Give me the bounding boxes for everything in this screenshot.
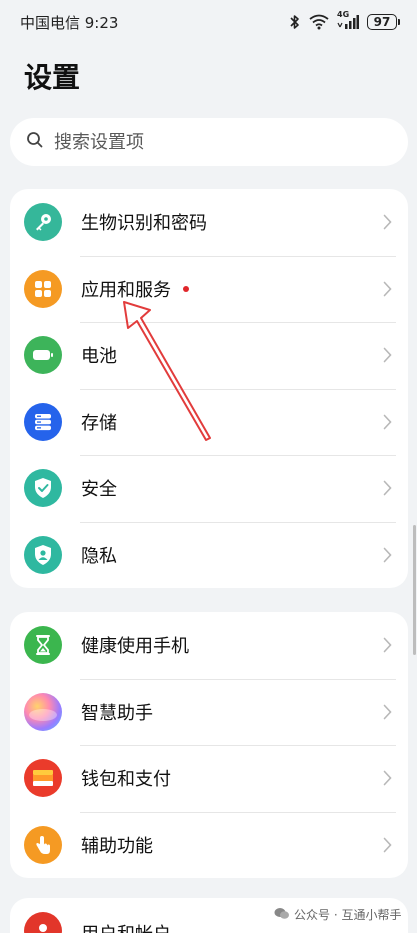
settings-item-biometrics[interactable]: 生物识别和密码 [10,189,408,256]
chevron-right-icon [383,770,392,786]
settings-item-apps-services[interactable]: 应用和服务 [10,255,408,323]
chevron-right-icon [383,281,392,297]
settings-item-accessibility[interactable]: 辅助功能 [10,811,408,879]
settings-item-label: 隐私 [81,545,117,567]
chevron-right-icon [383,214,392,230]
hourglass-icon [24,626,62,665]
status-icons: 4G 97 [289,10,400,30]
settings-item-label: 智慧助手 [81,702,153,724]
settings-item-battery[interactable]: 电池 [10,322,408,389]
wifi-icon [309,14,329,30]
chevron-right-icon [383,347,392,363]
chevron-right-icon [383,704,392,720]
battery-level: 97 [373,15,391,29]
search-input[interactable] [54,131,374,153]
search-bar[interactable] [10,118,408,166]
settings-item-label: 用户和帐户 [81,920,171,933]
settings-item-label: 安全 [81,479,117,501]
chevron-right-icon [383,547,392,563]
settings-item-label: 辅助功能 [81,835,153,857]
status-bar: 中国电信 9:23 4G 97 [0,0,417,44]
search-icon [26,131,44,153]
chevron-right-icon [383,480,392,496]
settings-item-label: 电池 [81,346,117,368]
settings-item-label: 存储 [81,412,117,434]
settings-item-security[interactable]: 安全 [10,455,408,522]
apps-grid-icon [24,269,62,308]
cellular-signal-icon: 4G [337,10,359,30]
user-icon [24,912,62,933]
storage-icon [24,402,62,441]
settings-item-storage[interactable]: 存储 [10,388,408,456]
settings-item-label: 钱包和支付 [81,769,171,791]
settings-item-label: 应用和服务 [81,279,171,301]
settings-item-smart-assistant[interactable]: 智慧助手 [10,678,408,746]
battery-icon [24,336,62,375]
settings-item-digital-balance[interactable]: 健康使用手机 [10,612,408,679]
wallet-icon [24,759,62,798]
assistant-orb-icon [24,692,62,731]
watermark-text: 公众号 · 互通小帮手 [294,908,402,922]
battery-indicator: 97 [367,14,400,30]
notification-dot [183,285,189,292]
network-type: 4G [337,10,350,19]
chevron-right-icon [383,637,392,653]
settings-item-label: 健康使用手机 [81,636,189,658]
settings-group-1: 生物识别和密码 应用和服务 电池 存储 安全 隐私 [10,189,408,588]
chevron-right-icon [383,837,392,853]
settings-item-privacy[interactable]: 隐私 [10,521,408,589]
bluetooth-icon [289,14,301,30]
watermark: 公众号 · 互通小帮手 [274,906,401,923]
page-title: 设置 [24,61,81,94]
privacy-shield-icon [24,535,62,574]
shield-check-icon [24,469,62,508]
settings-group-2: 健康使用手机 智慧助手 钱包和支付 辅助功能 [10,612,408,878]
key-icon [24,203,62,242]
hand-touch-icon [24,825,62,864]
settings-item-wallet[interactable]: 钱包和支付 [10,745,408,812]
scrollbar[interactable] [413,525,416,655]
chevron-right-icon [383,414,392,430]
wechat-icon [274,907,290,923]
settings-item-label: 生物识别和密码 [81,213,207,235]
carrier-time: 中国电信 9:23 [20,13,119,32]
